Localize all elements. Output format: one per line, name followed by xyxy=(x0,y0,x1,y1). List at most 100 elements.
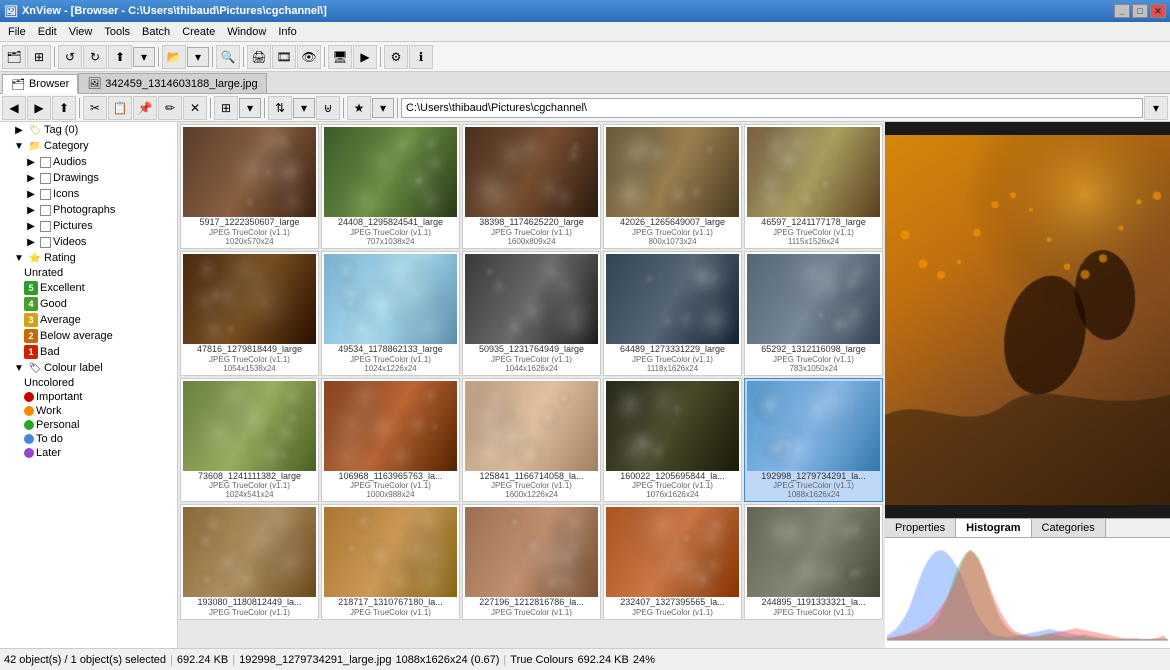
tb-open-button[interactable]: 📂 xyxy=(162,45,186,69)
thumb-item[interactable]: 5917_1222350607_largeJPEG TrueColor (v1.… xyxy=(180,124,319,249)
thumb-item[interactable]: 106968_1163965763_la...JPEG TrueColor (v… xyxy=(321,378,460,503)
nav-go-button[interactable]: ▾ xyxy=(1144,96,1168,120)
thumb-item[interactable]: 160022_1205695844_la...JPEG TrueColor (v… xyxy=(603,378,742,503)
close-button[interactable]: ✕ xyxy=(1150,4,1166,18)
thumb-item[interactable]: 50935_1231764949_largeJPEG TrueColor (v1… xyxy=(462,251,601,376)
tb-thumbnails-button[interactable]: ⊞ xyxy=(27,45,51,69)
tree-below-average[interactable]: 2 Below average xyxy=(0,328,177,344)
tree-photographs[interactable]: ▶ Photographs xyxy=(0,202,177,218)
tb-preview-button[interactable]: 👁 xyxy=(297,45,321,69)
tree-good[interactable]: 4 Good xyxy=(0,296,177,312)
tb-slideshow-button[interactable]: ▶ xyxy=(353,45,377,69)
audios-checkbox[interactable] xyxy=(40,157,51,168)
tree-later[interactable]: Later xyxy=(0,446,177,460)
toolbar2-sep-4 xyxy=(343,98,344,118)
thumb-item[interactable]: 46597_1241177178_largeJPEG TrueColor (v1… xyxy=(744,124,883,249)
nav-sort-button[interactable]: ⇅ xyxy=(268,96,292,120)
tree-icons[interactable]: ▶ Icons xyxy=(0,186,177,202)
later-dot xyxy=(24,448,34,458)
nav-view-button[interactable]: ⊞ xyxy=(214,96,238,120)
nav-bookmark-button[interactable]: ★ xyxy=(347,96,371,120)
tb-filmstrip-button[interactable]: 🎞 xyxy=(272,45,296,69)
menu-create[interactable]: Create xyxy=(176,24,221,40)
tb-up-button[interactable]: ⬆ xyxy=(108,45,132,69)
tb-nav-dropdown[interactable]: ▾ xyxy=(134,48,154,66)
thumb-item[interactable]: 47816_1279818449_largeJPEG TrueColor (v1… xyxy=(180,251,319,376)
tree-work[interactable]: Work xyxy=(0,404,177,418)
thumb-item[interactable]: 218717_1310767180_la...JPEG TrueColor (v… xyxy=(321,504,460,620)
tb-find-button[interactable]: 🔍 xyxy=(216,45,240,69)
tb-refresh-button[interactable]: ↺ xyxy=(58,45,82,69)
nav-copy-button[interactable]: 📋 xyxy=(108,96,132,120)
menu-window[interactable]: Window xyxy=(221,24,272,40)
thumb-item[interactable]: 64489_1273331229_largeJPEG TrueColor (v1… xyxy=(603,251,742,376)
tb-browse-button[interactable]: 🗂 xyxy=(2,45,26,69)
thumb-item[interactable]: 244895_1191333321_la...JPEG TrueColor (v… xyxy=(744,504,883,620)
tb-info-button[interactable]: ℹ xyxy=(409,45,433,69)
nav-delete-button[interactable]: ✕ xyxy=(183,96,207,120)
menu-info[interactable]: Info xyxy=(272,24,302,40)
tree-excellent[interactable]: 5 Excellent xyxy=(0,280,177,296)
menu-tools[interactable]: Tools xyxy=(98,24,136,40)
tb-monitor-button[interactable]: 🖥 xyxy=(328,45,352,69)
tab-categories[interactable]: Categories xyxy=(1032,519,1106,537)
tree-unrated[interactable]: Unrated xyxy=(0,266,177,280)
thumb-item[interactable]: 193080_1180812449_la...JPEG TrueColor (v… xyxy=(180,504,319,620)
menu-file[interactable]: File xyxy=(2,24,32,40)
nav-rename-button[interactable]: ✏ xyxy=(158,96,182,120)
thumb-item[interactable]: 232407_1327395565_la...JPEG TrueColor (v… xyxy=(603,504,742,620)
videos-checkbox[interactable] xyxy=(40,237,51,248)
menu-edit[interactable]: Edit xyxy=(32,24,63,40)
nav-paste-button[interactable]: 📌 xyxy=(133,96,157,120)
nav-forward-button[interactable]: ▶ xyxy=(27,96,51,120)
tb-open-dropdown[interactable]: ▾ xyxy=(188,48,208,66)
thumb-item[interactable]: 42026_1265649007_largeJPEG TrueColor (v1… xyxy=(603,124,742,249)
tab-properties[interactable]: Properties xyxy=(885,519,956,537)
tree-rating[interactable]: ▼ ⭐ Rating xyxy=(0,250,177,266)
nav-back-button[interactable]: ◀ xyxy=(2,96,26,120)
pictures-checkbox[interactable] xyxy=(40,221,51,232)
icons-checkbox[interactable] xyxy=(40,189,51,200)
thumb-item[interactable]: 125841_1166714058_la...JPEG TrueColor (v… xyxy=(462,378,601,503)
tb-settings-button[interactable]: ⚙ xyxy=(384,45,408,69)
tree-audios[interactable]: ▶ Audios xyxy=(0,154,177,170)
tree-average[interactable]: 3 Average xyxy=(0,312,177,328)
nav-bookmark-dropdown[interactable]: ▾ xyxy=(373,99,393,117)
path-input[interactable] xyxy=(401,98,1143,118)
tree-important[interactable]: Important xyxy=(0,390,177,404)
tree-pictures[interactable]: ▶ Pictures xyxy=(0,218,177,234)
tab-histogram[interactable]: Histogram xyxy=(956,519,1031,537)
tree-personal[interactable]: Personal xyxy=(0,418,177,432)
menu-batch[interactable]: Batch xyxy=(136,24,176,40)
photographs-checkbox[interactable] xyxy=(40,205,51,216)
tree-tag[interactable]: ▶ 🏷 Tag (0) xyxy=(0,122,177,138)
tree-category[interactable]: ▼ 📁 Category xyxy=(0,138,177,154)
thumb-item[interactable]: 65292_1312116098_largeJPEG TrueColor (v1… xyxy=(744,251,883,376)
maximize-button[interactable]: □ xyxy=(1132,4,1148,18)
thumb-item[interactable]: 49534_1178862133_largeJPEG TrueColor (v1… xyxy=(321,251,460,376)
nav-view-dropdown[interactable]: ▾ xyxy=(240,99,260,117)
thumb-item[interactable]: 24408_1295824541_largeJPEG TrueColor (v1… xyxy=(321,124,460,249)
tree-uncolored[interactable]: Uncolored xyxy=(0,376,177,390)
thumb-item[interactable]: 38398_1174625220_largeJPEG TrueColor (v1… xyxy=(462,124,601,249)
tree-colour-label[interactable]: ▼ 🏷 Colour label xyxy=(0,360,177,376)
tree-bad[interactable]: 1 Bad xyxy=(0,344,177,360)
nav-sort-dropdown[interactable]: ▾ xyxy=(294,99,314,117)
tree-drawings[interactable]: ▶ Drawings xyxy=(0,170,177,186)
nav-filter-button[interactable]: ⊎ xyxy=(316,96,340,120)
nav-cut-button[interactable]: ✂ xyxy=(83,96,107,120)
tree-todo[interactable]: To do xyxy=(0,432,177,446)
thumb-item[interactable]: 227196_1212816786_la...JPEG TrueColor (v… xyxy=(462,504,601,620)
tab-browser[interactable]: 🗂 Browser xyxy=(2,74,78,94)
tab-image[interactable]: 🖼 342459_1314603188_large.jpg xyxy=(78,73,266,93)
nav-up-button[interactable]: ⬆ xyxy=(52,96,76,120)
title-bar-controls[interactable]: _ □ ✕ xyxy=(1114,4,1166,18)
thumb-item[interactable]: 192998_1279734291_la...JPEG TrueColor (v… xyxy=(744,378,883,503)
tb-print-button[interactable]: 🖨 xyxy=(247,45,271,69)
tree-videos[interactable]: ▶ Videos xyxy=(0,234,177,250)
tb-refresh2-button[interactable]: ↻ xyxy=(83,45,107,69)
menu-view[interactable]: View xyxy=(63,24,99,40)
minimize-button[interactable]: _ xyxy=(1114,4,1130,18)
drawings-checkbox[interactable] xyxy=(40,173,51,184)
thumb-item[interactable]: 73608_1241111382_largeJPEG TrueColor (v1… xyxy=(180,378,319,503)
